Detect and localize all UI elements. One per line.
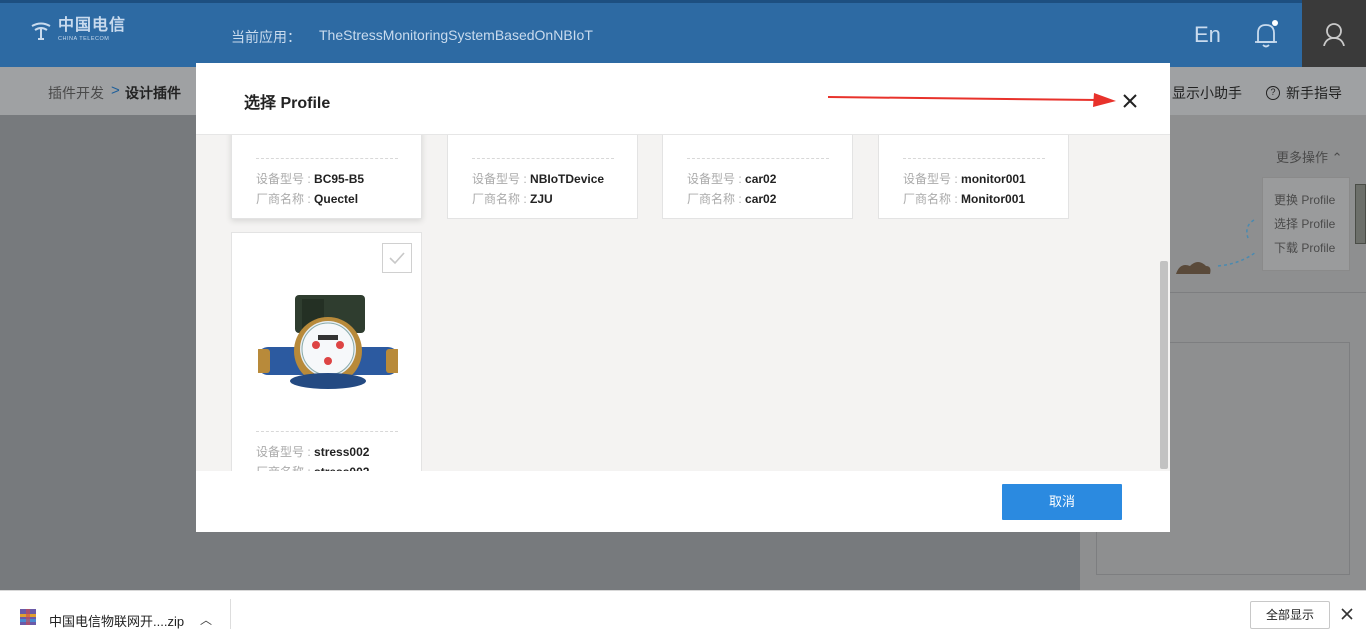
profile-card[interactable]: 设备型号 : NBIoTDevice 厂商名称 : ZJU — [447, 135, 638, 219]
profile-card-list: 设备型号 : BC95-B5 厂商名称 : Quectel 设备型号 : NBI… — [196, 135, 1170, 471]
show-all-downloads-button[interactable]: 全部显示 — [1250, 601, 1330, 629]
illustration-graphic — [1176, 219, 1257, 274]
china-telecom-logo[interactable]: 中国电信 CHINA TELECOM — [30, 18, 126, 43]
breadcrumb-design-plugin: 设计插件 — [125, 85, 181, 101]
beginner-guide-button[interactable]: ? 新手指导 — [1266, 83, 1342, 103]
more-operations-button[interactable]: 更多操作 ⌃ — [1276, 147, 1343, 166]
language-switch-button[interactable]: En — [1194, 22, 1221, 48]
zip-file-icon — [20, 609, 36, 625]
breadcrumb-separator: > — [111, 82, 120, 99]
logo-en-text: CHINA TELECOM — [58, 36, 110, 42]
profile-card[interactable]: 设备型号 : car02 厂商名称 : car02 — [662, 135, 853, 219]
current-app-name[interactable]: TheStressMonitoringSystemBasedOnNBIoT — [319, 27, 593, 43]
bell-icon[interactable] — [1252, 20, 1280, 50]
dialog-header: 选择 Profile — [196, 63, 1170, 135]
dialog-scrollbar[interactable] — [1158, 135, 1170, 471]
scrollbar-thumb[interactable] — [1160, 261, 1168, 469]
card-vendor: Monitor001 — [961, 192, 1026, 206]
card-model: car02 — [745, 172, 777, 186]
card-model: NBIoTDevice — [530, 172, 605, 186]
menu-item-download-profile[interactable]: 下载 Profile — [1274, 239, 1335, 256]
download-file-name[interactable]: 中国电信物联网开....zip — [49, 611, 184, 630]
download-divider — [230, 599, 231, 629]
profile-card[interactable]: 设备型号 : stress002 厂商名称 : stress002 — [231, 232, 422, 471]
profile-card[interactable]: 设备型号 : monitor001 厂商名称 : Monitor001 — [878, 135, 1069, 219]
show-assistant-button[interactable]: 显示小助手 — [1172, 83, 1242, 103]
card-model: stress002 — [314, 445, 370, 459]
top-header — [0, 0, 1366, 67]
user-menu-button[interactable] — [1302, 0, 1366, 67]
close-icon[interactable] — [1121, 92, 1139, 110]
dialog-footer: 取消 — [196, 471, 1170, 532]
beginner-guide-label: 新手指导 — [1286, 85, 1342, 101]
cancel-button[interactable]: 取消 — [1002, 484, 1122, 520]
telecom-logo-icon — [31, 22, 51, 41]
red-arrow-annotation — [828, 93, 1116, 107]
close-icon[interactable] — [1340, 607, 1354, 621]
select-checkbox[interactable] — [382, 243, 412, 273]
card-vendor: car02 — [745, 192, 777, 206]
dialog-title: 选择 Profile — [244, 95, 331, 112]
breadcrumb-plugin-dev[interactable]: 插件开发 — [48, 83, 104, 103]
profile-card[interactable]: 设备型号 : BC95-B5 厂商名称 : Quectel — [231, 135, 422, 219]
user-icon — [1323, 23, 1345, 46]
water-meter-image — [258, 295, 398, 389]
select-profile-dialog: 选择 Profile 设备型号 : BC95-B5 厂商名称 : Quectel… — [196, 63, 1170, 532]
menu-item-select-profile[interactable]: 选择 Profile — [1274, 215, 1335, 232]
menu-item-replace-profile[interactable]: 更换 Profile — [1274, 191, 1335, 208]
chevron-up-icon[interactable]: ︿ — [200, 611, 212, 628]
side-handle[interactable] — [1355, 184, 1366, 244]
card-vendor: ZJU — [530, 192, 553, 206]
download-bar: 中国电信物联网开....zip ︿ 全部显示 — [0, 590, 1366, 630]
card-model: BC95-B5 — [314, 172, 365, 186]
check-icon — [389, 252, 405, 265]
question-icon: ? — [1266, 86, 1280, 100]
card-vendor: Quectel — [314, 192, 359, 206]
logo-cn-text: 中国电信 — [58, 17, 127, 34]
current-app-label: 当前应用： — [231, 29, 301, 45]
card-model: monitor001 — [961, 172, 1026, 186]
